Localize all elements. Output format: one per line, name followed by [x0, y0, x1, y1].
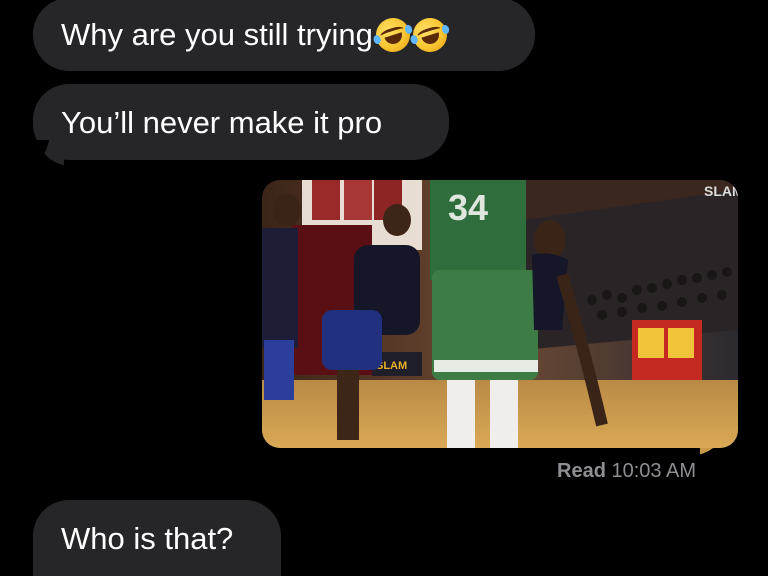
read-label: Read	[557, 460, 606, 482]
jersey-number: 34	[448, 187, 488, 228]
video-watermark: SLAM	[704, 183, 738, 199]
basketball-video-frame: SLAM 34 SLAM	[262, 180, 738, 448]
incoming-message-1[interactable]: Why are you still trying	[33, 0, 535, 71]
incoming-message-2[interactable]: You’ll never make it pro	[33, 84, 449, 160]
incoming-message-3[interactable]: Who is that?	[33, 500, 281, 576]
bubble-tail	[26, 140, 64, 172]
laughing-emoji-icon	[371, 13, 415, 56]
read-receipt: Read 10:03 AM	[557, 460, 696, 483]
message-text: Who is that?	[61, 520, 234, 556]
message-thread: Why are you still trying You’ll never ma…	[0, 0, 768, 576]
read-time: 10:03 AM	[611, 460, 696, 482]
video-attachment[interactable]: SLAM 34 SLAM	[262, 180, 738, 448]
message-text: You’ll never make it pro	[61, 104, 383, 140]
message-text: Why are you still trying	[61, 17, 373, 52]
laughing-emoji-icon	[408, 13, 452, 56]
